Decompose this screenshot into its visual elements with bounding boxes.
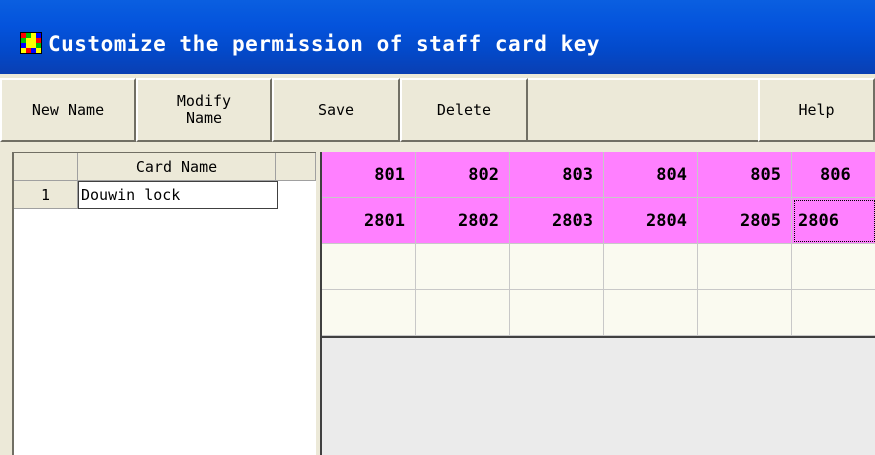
grid-cell[interactable]: 2803 [510, 198, 604, 244]
delete-button[interactable]: Delete [400, 78, 528, 142]
card-name-text: Douwin lock [81, 186, 181, 204]
modify-name-label-line2: Name [185, 109, 223, 127]
grid-cell[interactable]: 805 [698, 152, 792, 198]
toolbar: New Name Modify Name Save Delete Help [0, 74, 875, 152]
grid-cell-text: 2805 [740, 210, 781, 231]
grid-cell[interactable] [322, 244, 416, 290]
grid-cell[interactable] [416, 244, 510, 290]
grid-cell-text: 2802 [458, 210, 499, 231]
grid-cell-text: 803 [562, 164, 593, 185]
modify-name-label-line1: Modify [176, 92, 232, 110]
grid-cell-text: 805 [750, 164, 781, 185]
grid-cell[interactable]: 2801 [322, 198, 416, 244]
grid-cell-text: 2801 [364, 210, 405, 231]
save-label: Save [317, 100, 355, 119]
grid-cell-text: 2804 [646, 210, 687, 231]
title-bar[interactable]: Customize the permission of staff card k… [0, 0, 875, 74]
grid-cell[interactable] [604, 244, 698, 290]
help-button[interactable]: Help [758, 78, 875, 142]
grid-cell[interactable]: 801 [322, 152, 416, 198]
new-name-label: New Name [31, 100, 105, 119]
grid-cell-text: 801 [374, 164, 405, 185]
grid-cell[interactable] [416, 290, 510, 336]
permission-grid: 801 802 803 804 805 806 2801 2802 2803 2… [320, 152, 875, 455]
grid-cell-text: 2806 [798, 210, 839, 231]
grid-cell[interactable]: 2804 [604, 198, 698, 244]
grid-cell-text: 806 [820, 164, 851, 185]
help-label: Help [798, 100, 835, 119]
delete-label: Delete [436, 100, 492, 119]
grid-cell[interactable] [604, 290, 698, 336]
grid-cell[interactable] [322, 290, 416, 336]
grid-cell[interactable]: 2805 [698, 198, 792, 244]
grid-cell[interactable]: 2802 [416, 198, 510, 244]
grid-cell[interactable] [792, 244, 875, 290]
new-name-button[interactable]: New Name [0, 78, 136, 142]
permission-window: Customize the permission of staff card k… [0, 0, 875, 455]
extra-column-header [276, 153, 316, 181]
grid-cell[interactable]: 803 [510, 152, 604, 198]
modify-name-button[interactable]: Modify Name [136, 78, 272, 142]
row-number-header [14, 153, 78, 181]
grid-cell-text: 2803 [552, 210, 593, 231]
grid-cell-text: 802 [468, 164, 499, 185]
card-name-header[interactable]: Card Name [78, 153, 276, 181]
grid-cell[interactable]: 804 [604, 152, 698, 198]
toolbar-spacer [528, 78, 758, 142]
save-button[interactable]: Save [272, 78, 400, 142]
grid-cell-text: 804 [656, 164, 687, 185]
grid-bottom-border [322, 336, 875, 338]
grid-cell[interactable]: 806 [792, 152, 875, 198]
app-icon [20, 32, 42, 54]
row-number-text: 1 [40, 185, 51, 204]
grid-cell[interactable] [698, 290, 792, 336]
row-number: 1 [14, 181, 78, 209]
card-name-list: Card Name 1 Douwin lock [12, 152, 316, 455]
window-title: Customize the permission of staff card k… [48, 32, 601, 56]
card-name-cell[interactable]: Douwin lock [78, 181, 278, 209]
grid-cell[interactable] [698, 244, 792, 290]
card-name-header-label: Card Name [135, 157, 218, 176]
grid-cell[interactable] [792, 290, 875, 336]
grid-cell[interactable] [510, 244, 604, 290]
grid-cell-focused[interactable]: 2806 [792, 198, 875, 244]
grid-cell[interactable] [510, 290, 604, 336]
grid-cell[interactable]: 802 [416, 152, 510, 198]
